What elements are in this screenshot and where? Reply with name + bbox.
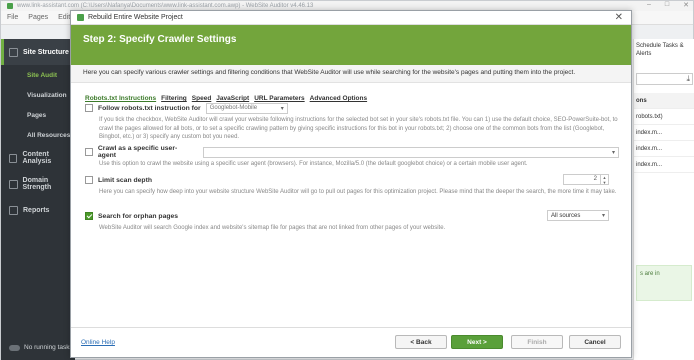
bot-select[interactable]: Googlebot-Mobile ▾ (205, 102, 288, 114)
maximize-icon[interactable]: □ (665, 1, 669, 9)
user-agent-help: Use this option to crawl the website usi… (99, 161, 528, 167)
chevron-down-icon: ▾ (611, 149, 615, 156)
dialog-titlebar: Rebuild Entire Website Project (71, 11, 631, 25)
right-panel: Schedule Tasks & Alerts ⤓ ons robots.txt… (633, 39, 694, 360)
sidebar-section-label: Domain Strength (22, 177, 52, 191)
robots-help: If you tick the checkbox, WebSite Audito… (99, 117, 618, 140)
robots-checkbox[interactable] (85, 104, 93, 112)
user-agent-checkbox[interactable] (85, 148, 93, 156)
info-box: s are in (636, 265, 692, 301)
chevron-down-icon: ▾ (601, 213, 605, 219)
cancel-button[interactable]: Cancel (569, 335, 621, 349)
robots-option: Follow robots.txt instruction for Google… (85, 102, 619, 142)
next-button[interactable]: Next > (451, 335, 503, 349)
finish-button[interactable]: Finish (511, 335, 563, 349)
orphan-pages-label: Search for orphan pages (98, 212, 179, 220)
menu-pages[interactable]: Pages (28, 14, 48, 21)
sidebar-section-site-structure[interactable]: Site Structure (1, 39, 75, 65)
sidebar-section-label: Site Structure (23, 48, 69, 56)
dialog-header: Step 2: Specify Crawler Settings (71, 25, 631, 65)
chevron-down-icon[interactable]: ▼ (601, 180, 608, 185)
export-field[interactable]: ⤓ (636, 73, 693, 85)
scan-depth-option: Limit scan depth 2 ▲ ▼ Here you can spec… (85, 174, 619, 197)
sidebar-section-content-analysis[interactable]: Content Analysis (1, 145, 75, 171)
close-app-icon[interactable]: ✕ (683, 1, 689, 9)
back-button[interactable]: < Back (395, 335, 447, 349)
robots-label: Follow robots.txt instruction for (98, 104, 201, 112)
app-logo-icon (7, 3, 13, 9)
app-logo-icon (77, 14, 84, 21)
minimize-icon[interactable]: – (647, 1, 651, 9)
step-title: Step 2: Specify Crawler Settings (83, 34, 237, 45)
tab-javascript[interactable]: JavaScript (216, 95, 249, 102)
bot-select-value: Googlebot-Mobile (209, 105, 258, 111)
table-header: ons (634, 93, 694, 109)
orphan-pages-help: WebSite Auditor will search Google index… (99, 225, 446, 231)
resources-table: ons robots.txt) index.m... index.m... in… (634, 93, 694, 173)
tab-speed[interactable]: Speed (192, 95, 212, 102)
app-window-controls: – □ ✕ (647, 1, 689, 9)
dialog-footer: Online Help < Back Next > Finish Cancel (71, 327, 631, 357)
sidebar-section-reports[interactable]: Reports (1, 197, 75, 223)
app-title: www.link-assistant.com (C:\Users\Nafanya… (17, 3, 314, 9)
table-row[interactable]: robots.txt) (634, 109, 694, 125)
sidebar-item-visualization[interactable]: Visualization (1, 85, 75, 105)
scan-depth-stepper[interactable]: 2 ▲ ▼ (563, 174, 609, 185)
sidebar-item-site-audit[interactable]: Site Audit (1, 65, 75, 85)
tab-filtering[interactable]: Filtering (161, 95, 187, 102)
download-icon[interactable]: ⤓ (686, 74, 690, 84)
running-tasks-label: No running tasks (24, 344, 73, 351)
running-tasks-status[interactable]: No running tasks (1, 344, 73, 351)
menu-file[interactable]: File (7, 14, 18, 21)
settings-tabs: Robots.txt Instructions Filtering Speed … (71, 83, 631, 102)
table-row[interactable]: index.m... (634, 125, 694, 141)
sidebar: Site Structure Site Audit Visualization … (1, 39, 75, 360)
user-agent-select[interactable]: ▾ (202, 146, 619, 158)
step-description: Here you can specify various crawler set… (71, 65, 631, 83)
orphan-pages-option: Search for orphan pages All sources ▾ We… (85, 210, 619, 233)
scan-depth-value[interactable]: 2 (563, 174, 601, 185)
sidebar-item-all-resources[interactable]: All Resources (1, 125, 75, 145)
schedule-tasks-link[interactable]: Schedule Tasks & Alerts (634, 39, 694, 61)
stepper-buttons[interactable]: ▲ ▼ (601, 174, 609, 185)
user-agent-label: Crawl as a specific user-agent (97, 145, 178, 159)
scan-depth-label: Limit scan depth (98, 176, 153, 184)
orphan-sources-value: All sources (551, 212, 581, 219)
close-icon[interactable]: ✕ (615, 12, 623, 23)
online-help-link[interactable]: Online Help (81, 339, 115, 346)
dialog-title: Rebuild Entire Website Project (88, 14, 183, 21)
user-agent-option: Crawl as a specific user-agent ▾ Use thi… (85, 145, 619, 169)
orphan-sources-select[interactable]: All sources ▾ (547, 210, 609, 221)
content-icon (9, 153, 18, 163)
tab-advanced-options[interactable]: Advanced Options (310, 95, 367, 102)
tab-robots-txt[interactable]: Robots.txt Instructions (85, 95, 156, 102)
sitemap-icon (9, 47, 18, 57)
tasks-toggle-icon (9, 344, 20, 351)
table-row[interactable]: index.m... (634, 141, 694, 157)
table-row[interactable]: index.m... (634, 157, 694, 173)
reports-icon (9, 205, 18, 215)
scan-depth-checkbox[interactable] (85, 176, 93, 184)
orphan-pages-checkbox[interactable] (85, 212, 93, 220)
scan-depth-help: Here you can specify how deep into your … (99, 189, 617, 195)
tab-url-parameters[interactable]: URL Parameters (254, 95, 304, 102)
sidebar-section-domain-strength[interactable]: Domain Strength (1, 171, 75, 197)
chevron-down-icon: ▾ (280, 105, 284, 112)
menu-edit[interactable]: Edit (58, 14, 70, 21)
rebuild-project-dialog: Rebuild Entire Website Project ✕ Step 2:… (70, 10, 632, 358)
sidebar-section-label: Reports (23, 206, 50, 214)
sidebar-section-label: Content Analysis (22, 151, 52, 165)
strength-icon (9, 179, 18, 189)
sidebar-item-pages[interactable]: Pages (1, 105, 75, 125)
